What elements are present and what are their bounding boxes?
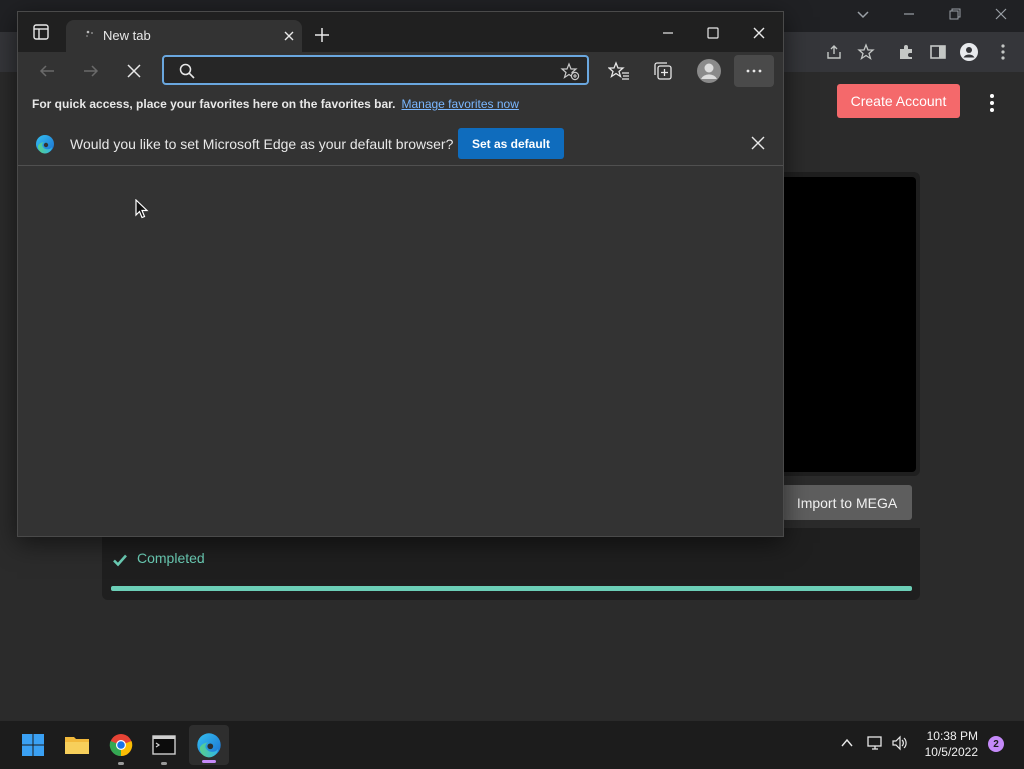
edge-icon[interactable] [189,725,229,765]
file-explorer-icon[interactable] [61,729,93,761]
maximize-icon[interactable] [704,24,722,42]
share-icon[interactable] [823,41,845,63]
active-indicator [202,760,216,763]
video-preview [778,177,916,472]
edge-page-content[interactable] [18,166,783,536]
tab-search-icon[interactable] [855,6,871,22]
infobar-close-icon[interactable] [751,136,765,150]
edge-window: New tab For quick access, place your fav… [17,11,784,537]
minimize-icon[interactable] [659,24,677,42]
settings-and-more-icon[interactable] [734,55,774,87]
extensions-icon[interactable] [895,41,917,63]
profile-icon[interactable] [958,41,980,63]
forward-arrow-icon[interactable] [81,61,101,81]
search-icon [179,63,195,79]
running-indicator [161,762,167,765]
bookmark-star-icon[interactable] [855,41,877,63]
address-bar[interactable] [162,55,589,85]
create-account-button[interactable]: Create Account [837,84,960,118]
manage-favorites-link[interactable]: Manage favorites now [401,97,518,111]
back-arrow-icon[interactable] [37,61,57,81]
background-restore-icon[interactable] [947,6,963,22]
tab-title: New tab [103,28,151,43]
loading-spinner-icon [84,29,98,43]
terminal-icon[interactable] [148,729,180,765]
tab-actions-icon[interactable] [31,22,51,42]
background-minimize-icon[interactable] [901,6,917,22]
add-favorite-star-icon[interactable] [560,62,580,82]
running-indicator [118,762,124,765]
progress-bar-fill [111,586,912,591]
tab-close-icon[interactable] [282,29,296,43]
edge-logo-icon [35,134,55,154]
side-panel-icon[interactable] [927,41,949,63]
chrome-menu-icon[interactable] [992,41,1014,63]
background-close-icon[interactable] [993,6,1009,22]
notification-badge[interactable]: 2 [988,736,1004,752]
edge-profile-avatar[interactable] [696,58,722,84]
start-icon[interactable] [17,729,49,761]
mouse-cursor-icon [135,199,149,219]
favorites-icon[interactable] [608,60,630,82]
page-menu-icon[interactable] [984,91,1000,115]
network-icon[interactable] [866,734,884,752]
new-tab-plus-icon[interactable] [314,27,330,43]
close-icon[interactable] [750,24,768,42]
check-icon [112,552,128,568]
chrome-icon[interactable] [105,729,137,765]
collections-icon[interactable] [652,60,674,82]
clock-time[interactable]: 10:38 PM [924,729,978,743]
progress-bar [111,586,912,591]
favorites-bar: For quick access, place your favorites h… [32,97,519,111]
tab-new-tab[interactable]: New tab [66,20,302,52]
stop-loading-icon[interactable] [124,61,144,81]
favorites-bar-message: For quick access, place your favorites h… [32,97,396,111]
address-input[interactable] [202,59,546,85]
import-to-mega-button[interactable]: Import to MEGA [782,485,912,520]
show-hidden-icons-chevron-icon[interactable] [840,736,854,750]
set-as-default-button[interactable]: Set as default [458,128,564,159]
volume-icon[interactable] [891,734,909,752]
default-browser-prompt: Would you like to set Microsoft Edge as … [70,136,454,152]
clock-date[interactable]: 10/5/2022 [918,745,978,759]
status-label: Completed [137,550,205,566]
